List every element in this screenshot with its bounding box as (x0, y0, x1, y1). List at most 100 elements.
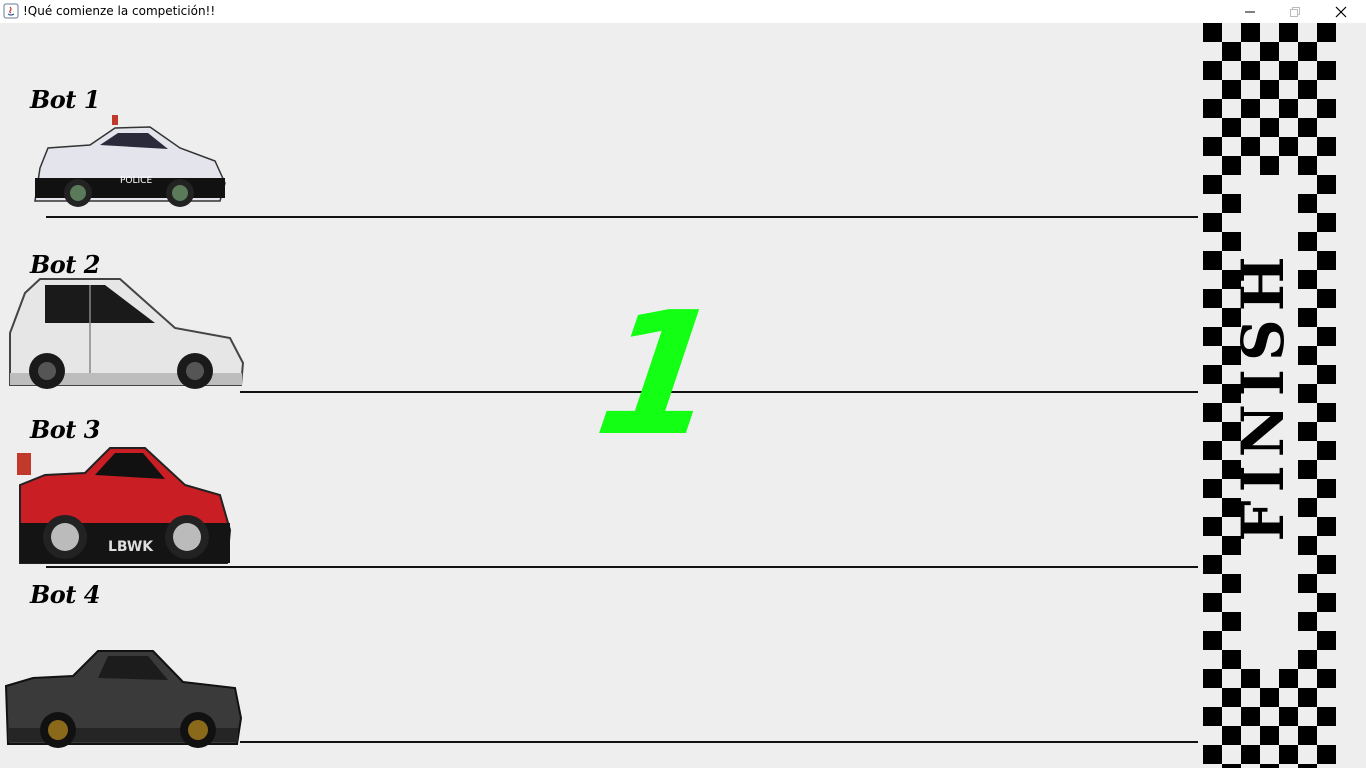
checker-square (1241, 707, 1260, 726)
checker-square (1317, 289, 1336, 308)
checker-square (1260, 80, 1279, 99)
lane-line-1 (46, 216, 1198, 218)
checker-square (1203, 213, 1222, 232)
restore-icon (1290, 6, 1300, 17)
checker-square (1317, 61, 1336, 80)
checker-square (1222, 612, 1241, 631)
checker-square (1317, 403, 1336, 422)
maximize-button[interactable] (1272, 0, 1318, 23)
checker-square (1317, 555, 1336, 574)
checker-square (1317, 517, 1336, 536)
checker-square (1203, 137, 1222, 156)
checker-square (1298, 574, 1317, 593)
checker-square (1222, 726, 1241, 745)
window-titlebar: !Qué comienze la competición!! (0, 0, 1366, 23)
checker-square (1298, 270, 1317, 289)
checker-square (1241, 99, 1260, 118)
checker-square (1203, 441, 1222, 460)
lane-label-bot-1: Bot 1 (30, 85, 100, 114)
checker-square (1298, 764, 1317, 768)
checker-square (1298, 498, 1317, 517)
checker-square (1203, 479, 1222, 498)
checker-square (1222, 688, 1241, 707)
checker-square (1222, 80, 1241, 99)
white-hatchback-icon (9, 278, 245, 389)
lane-line-2 (240, 391, 1198, 393)
checker-square (1317, 251, 1336, 270)
checker-square (1222, 156, 1241, 175)
checker-square (1298, 650, 1317, 669)
checker-square (1203, 707, 1222, 726)
window-title: !Qué comienze la competición!! (23, 4, 216, 18)
checker-square (1317, 441, 1336, 460)
checker-square (1298, 422, 1317, 441)
checker-square (1317, 99, 1336, 118)
lane-line-4 (240, 741, 1198, 743)
checker-square (1241, 745, 1260, 764)
checker-square (1298, 308, 1317, 327)
checker-square (1298, 42, 1317, 61)
checker-square (1260, 764, 1279, 768)
checker-square (1317, 631, 1336, 650)
finish-text: FINISH (1229, 248, 1297, 541)
checker-square (1222, 194, 1241, 213)
checker-square (1317, 213, 1336, 232)
checker-square (1298, 346, 1317, 365)
checker-square (1203, 99, 1222, 118)
checker-square (1279, 707, 1298, 726)
close-icon (1335, 6, 1347, 17)
checker-square (1298, 194, 1317, 213)
svg-text:LBWK: LBWK (108, 539, 154, 555)
java-app-icon (3, 3, 19, 19)
checker-square (1222, 118, 1241, 137)
checker-square (1317, 479, 1336, 498)
checker-square (1260, 156, 1279, 175)
checker-square (1260, 42, 1279, 61)
checker-square (1317, 669, 1336, 688)
checker-square (1317, 137, 1336, 156)
checker-square (1203, 23, 1222, 42)
checker-square (1222, 42, 1241, 61)
checker-square (1241, 61, 1260, 80)
checker-square (1317, 175, 1336, 194)
checker-square (1298, 726, 1317, 745)
checker-square (1279, 23, 1298, 42)
checkered-strip-center-bottom (1241, 669, 1298, 768)
checker-square (1222, 650, 1241, 669)
minimize-button[interactable] (1227, 0, 1273, 23)
checker-square (1279, 745, 1298, 764)
lane-line-3 (46, 566, 1198, 568)
checker-square (1203, 669, 1222, 688)
checker-square (1203, 365, 1222, 384)
red-race-car-icon: LBWK (17, 447, 232, 564)
checker-square (1317, 365, 1336, 384)
checker-square (1203, 289, 1222, 308)
lane-label-bot-4: Bot 4 (30, 580, 100, 609)
checker-square (1298, 460, 1317, 479)
checker-square (1222, 764, 1241, 768)
minimize-icon (1245, 11, 1255, 12)
checker-square (1241, 137, 1260, 156)
black-muscle-car-icon (4, 650, 243, 748)
checkered-strip-center-top (1241, 23, 1298, 175)
checker-square (1203, 61, 1222, 80)
checker-square (1203, 745, 1222, 764)
checker-square (1298, 612, 1317, 631)
checker-square (1298, 118, 1317, 137)
checker-square (1298, 536, 1317, 555)
checker-square (1203, 327, 1222, 346)
checker-square (1298, 688, 1317, 707)
checker-square (1279, 61, 1298, 80)
checker-square (1279, 669, 1298, 688)
checker-square (1317, 593, 1336, 612)
close-button[interactable] (1318, 0, 1364, 23)
finish-flag-banner: FINISH (1203, 23, 1336, 768)
checker-square (1203, 251, 1222, 270)
checker-square (1317, 23, 1336, 42)
checker-square (1203, 593, 1222, 612)
checker-square (1203, 175, 1222, 194)
checker-square (1260, 688, 1279, 707)
checker-square (1203, 517, 1222, 536)
checker-square (1241, 23, 1260, 42)
checker-square (1260, 118, 1279, 137)
